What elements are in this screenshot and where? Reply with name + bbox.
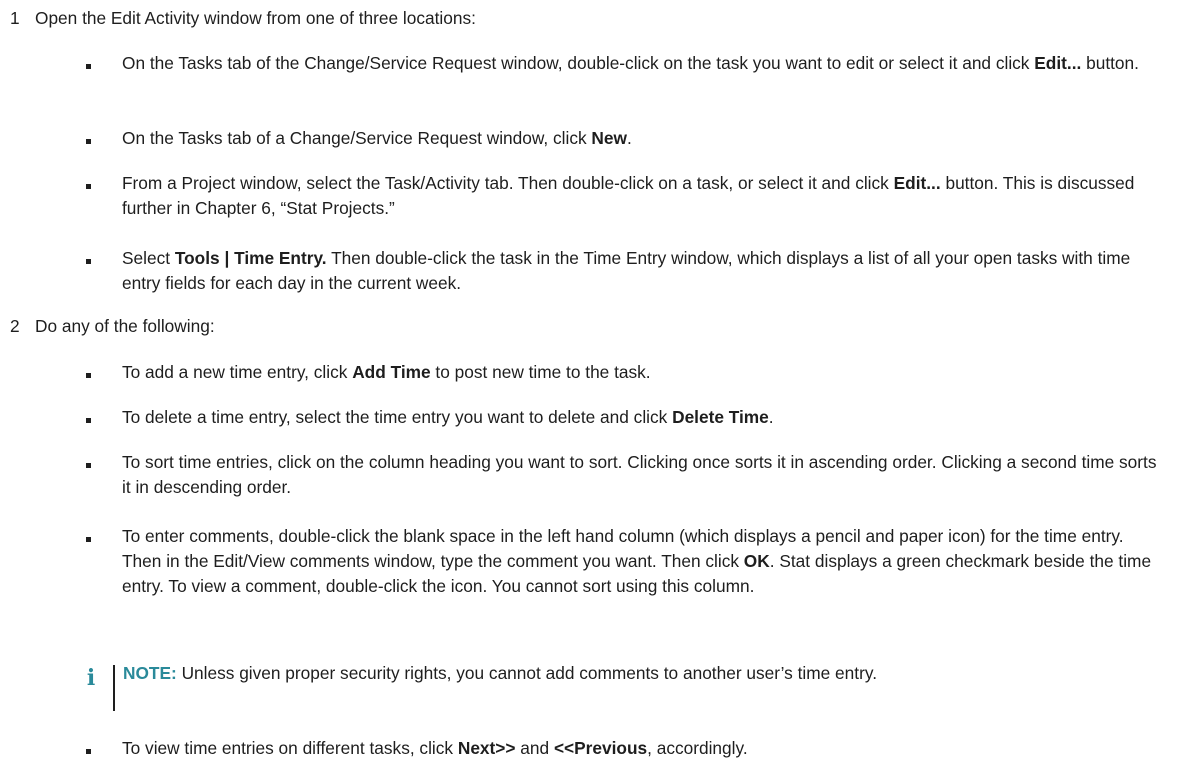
text-run: To view time entries on different tasks,…	[122, 738, 458, 758]
note-body: Unless given proper security rights, you…	[176, 663, 877, 683]
note-text: NOTE: Unless given proper security right…	[123, 661, 1163, 686]
step-2-number: 2	[10, 316, 20, 336]
bullet-marker	[86, 749, 91, 754]
step-2-bullet-1: To add a new time entry, click Add Time …	[122, 360, 1162, 385]
bold-term: New	[591, 128, 627, 148]
bold-term: Add Time	[352, 362, 431, 382]
bold-term: Next>>	[457, 738, 516, 758]
text-run: button.	[1081, 53, 1139, 73]
step-1-bullet-3: From a Project window, select the Task/A…	[122, 171, 1162, 221]
text-run: Select	[122, 248, 175, 268]
bullet-marker	[86, 373, 91, 378]
step-2-bullet-4: To enter comments, double-click the blan…	[122, 524, 1162, 599]
step-2-text: Do any of the following:	[35, 316, 215, 336]
bullet-marker	[86, 139, 91, 144]
bullet-marker	[86, 184, 91, 189]
bold-term: <<Previous	[553, 738, 648, 758]
text-run: From a Project window, select the Task/A…	[122, 173, 894, 193]
bold-term: Tools | Time Entry.	[174, 248, 327, 268]
bullet-marker	[86, 463, 91, 468]
bullet-marker	[86, 64, 91, 69]
text-run: and	[515, 738, 554, 758]
text-run: .	[768, 407, 774, 427]
step-2-bullet-2: To delete a time entry, select the time …	[122, 405, 1162, 430]
text-run: To delete a time entry, select the time …	[122, 407, 673, 427]
step-1-text: Open the Edit Activity window from one o…	[35, 8, 476, 28]
bold-term: Edit...	[893, 173, 941, 193]
text-run: to post new time to the task.	[430, 362, 651, 382]
bullet-marker	[86, 537, 91, 542]
text-run: On the Tasks tab of a Change/Service Req…	[122, 128, 592, 148]
bold-term: Delete Time	[672, 407, 769, 427]
step-1-bullet-4: Select Tools | Time Entry. Then double-c…	[122, 246, 1162, 296]
step-1-number: 1	[10, 8, 20, 28]
bullet-marker	[86, 418, 91, 423]
step-1-bullet-2: On the Tasks tab of a Change/Service Req…	[122, 126, 1162, 151]
step-2-bullet-5: To view time entries on different tasks,…	[122, 736, 1162, 761]
step-2-bullet-3: To sort time entries, click on the colum…	[122, 450, 1162, 500]
note-label: NOTE:	[123, 663, 177, 683]
text-run: On the Tasks tab of the Change/Service R…	[122, 53, 1035, 73]
text-run: .	[626, 128, 632, 148]
text-run: To add a new time entry, click	[122, 362, 353, 382]
text-run: To sort time entries, click on the colum…	[122, 452, 1157, 497]
info-icon: i	[86, 665, 96, 691]
step-1-bullet-1: On the Tasks tab of the Change/Service R…	[122, 51, 1162, 76]
bullet-marker	[86, 259, 91, 264]
bold-term: OK	[743, 551, 770, 571]
text-run: , accordingly.	[647, 738, 748, 758]
bold-term: Edit...	[1034, 53, 1082, 73]
note-divider	[113, 665, 115, 711]
